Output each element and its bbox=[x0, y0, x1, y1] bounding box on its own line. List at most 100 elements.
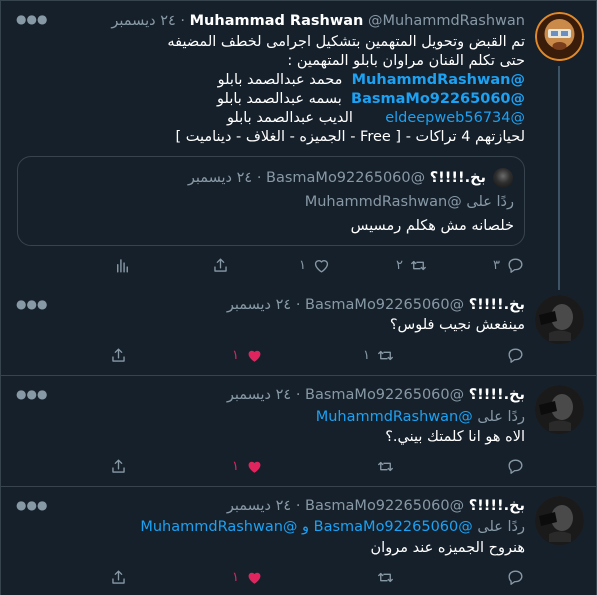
retweet-count: ٢ bbox=[396, 257, 403, 273]
tweet-line: @MuhammdRashwan محمد عبدالصمد بابلو bbox=[68, 71, 525, 90]
mention-link[interactable]: @eldeepweb56734 bbox=[385, 110, 525, 126]
more-icon[interactable]: ●●● bbox=[16, 12, 47, 26]
like-count: ١ bbox=[232, 569, 239, 585]
mention-link[interactable]: @BasmaMo92265060 bbox=[351, 91, 525, 107]
reply-icon bbox=[508, 257, 523, 273]
more-icon[interactable]: ●●● bbox=[16, 297, 47, 311]
avatar-image bbox=[535, 295, 584, 344]
separator-dot: · bbox=[295, 297, 301, 313]
like-count: ١ bbox=[232, 458, 239, 474]
tweet-actions: ١ ١ bbox=[88, 345, 525, 365]
retweet-icon bbox=[378, 572, 393, 582]
tweet-line: لحيازتهم 4 تراكات - [ Free - الجميزه - ا… bbox=[175, 129, 525, 145]
share-button[interactable] bbox=[109, 345, 128, 365]
author-handle[interactable]: @MuhammdRashwan bbox=[368, 13, 525, 29]
heart-icon bbox=[248, 461, 261, 473]
separator-dot: · bbox=[180, 13, 186, 29]
heart-icon bbox=[248, 350, 261, 362]
analytics-icon bbox=[117, 258, 128, 273]
share-icon bbox=[112, 569, 125, 584]
tweet-date[interactable]: ٢٤ ديسمبر bbox=[227, 498, 291, 514]
author-name[interactable]: بخ.!!!!؟ bbox=[469, 387, 525, 403]
tweet-actions: ١ bbox=[88, 456, 525, 476]
tweet-date[interactable]: ٢٤ ديسمبر bbox=[227, 297, 291, 313]
reply-icon bbox=[508, 569, 523, 585]
reply-icon bbox=[508, 347, 523, 363]
quoted-tweet[interactable]: بخ.!!!!؟ @BasmaMo92265060 · ٢٤ ديسمبر رد… bbox=[17, 156, 525, 246]
quote-reply-context: ردًا على @MuhammdRashwan bbox=[304, 194, 514, 210]
tweet-line: @BasmaMo92265060 بسمه عبدالصمد بابلو bbox=[68, 90, 525, 109]
heart-icon bbox=[248, 572, 261, 584]
quote-author-handle: @BasmaMo92265060 bbox=[266, 170, 426, 186]
thread-line bbox=[558, 66, 560, 290]
like-button[interactable]: ١ bbox=[232, 456, 264, 476]
author-name[interactable]: بخ.!!!!؟ bbox=[469, 498, 525, 514]
like-button[interactable]: ١ bbox=[299, 255, 331, 275]
like-button[interactable]: ١ bbox=[232, 567, 264, 587]
mention-link[interactable]: @MuhammdRashwan bbox=[352, 72, 525, 88]
mention-label: محمد عبدالصمد بابلو bbox=[217, 72, 343, 88]
author-name[interactable]: بخ.!!!!؟ bbox=[469, 297, 525, 313]
quote-date: ٢٤ ديسمبر bbox=[187, 170, 253, 186]
main-tweet[interactable]: Muhammad Rashwan @MuhammdRashwan · ٢٤ دي… bbox=[0, 0, 597, 291]
retweet-button[interactable] bbox=[376, 567, 395, 587]
retweet-icon bbox=[411, 260, 426, 270]
reply-tweet[interactable]: بخ.!!!!؟ @BasmaMo92265060 · ٢٤ ديسمبر ●●… bbox=[0, 487, 597, 595]
retweet-button[interactable]: ٢ bbox=[396, 255, 428, 275]
avatar-image bbox=[535, 385, 584, 434]
share-button[interactable] bbox=[211, 255, 230, 275]
avatar[interactable] bbox=[535, 295, 584, 344]
tweet-line: @eldeepweb56734 الديب عبدالصمد بابلو bbox=[68, 109, 525, 128]
heart-icon bbox=[314, 259, 329, 273]
tweet-date[interactable]: ٢٤ ديسمبر bbox=[227, 387, 291, 403]
quote-author-name: بخ.!!!!؟ bbox=[429, 170, 486, 186]
separator-dot: · bbox=[295, 498, 301, 514]
tweet-date[interactable]: ٢٤ ديسمبر bbox=[111, 13, 175, 29]
reply-tweet[interactable]: بخ.!!!!؟ @BasmaMo92265060 · ٢٤ ديسمبر ●●… bbox=[0, 291, 597, 375]
tweet-header: Muhammad Rashwan @MuhammdRashwan · ٢٤ دي… bbox=[111, 11, 525, 31]
avatar[interactable] bbox=[535, 496, 584, 545]
tweet-line: تم القبض وتحويل المتهمين بتشكيل اجرامى ل… bbox=[167, 34, 525, 50]
quote-avatar bbox=[493, 168, 513, 188]
retweet-icon bbox=[378, 350, 393, 360]
avatar[interactable] bbox=[535, 385, 584, 434]
mention-link[interactable]: @BasmaMo92265060 و @MuhammdRashwan bbox=[140, 519, 472, 535]
reply-button[interactable] bbox=[506, 345, 525, 365]
reply-tweet[interactable]: بخ.!!!!؟ @BasmaMo92265060 · ٢٤ ديسمبر ●●… bbox=[0, 376, 597, 486]
retweet-button[interactable]: ١ bbox=[363, 345, 395, 365]
share-icon bbox=[214, 257, 227, 272]
tweet-actions: ٣ ٢ ١ bbox=[88, 255, 525, 275]
mention-link[interactable]: @MuhammdRashwan bbox=[316, 409, 473, 425]
analytics-button[interactable] bbox=[113, 255, 132, 275]
author-name[interactable]: Muhammad Rashwan bbox=[190, 13, 364, 29]
like-button[interactable]: ١ bbox=[232, 345, 264, 365]
tweet-text: الاه هو انا كلمتك بيني.؟ bbox=[385, 429, 525, 445]
separator-dot: · bbox=[256, 170, 262, 186]
tweet-text: تم القبض وتحويل المتهمين بتشكيل اجرامى ل… bbox=[68, 33, 525, 147]
mention-label: بسمه عبدالصمد بابلو bbox=[217, 91, 342, 107]
avatar[interactable] bbox=[535, 12, 584, 61]
author-handle[interactable]: @BasmaMo92265060 bbox=[305, 297, 464, 313]
reply-icon bbox=[508, 458, 523, 474]
share-icon bbox=[112, 458, 125, 473]
tweet-text: مينفعش نجيب فلوس؟ bbox=[389, 317, 525, 333]
reply-button[interactable] bbox=[506, 456, 525, 476]
reply-button[interactable]: ٣ bbox=[493, 255, 525, 275]
retweet-count: ١ bbox=[363, 347, 370, 363]
tweet-header: بخ.!!!!؟ @BasmaMo92265060 · ٢٤ ديسمبر bbox=[227, 295, 525, 315]
share-button[interactable] bbox=[109, 567, 128, 587]
more-icon[interactable]: ●●● bbox=[16, 387, 47, 401]
reply-count: ٣ bbox=[493, 257, 500, 273]
author-handle[interactable]: @BasmaMo92265060 bbox=[305, 498, 464, 514]
share-icon bbox=[112, 347, 125, 362]
share-button[interactable] bbox=[109, 456, 128, 476]
author-handle[interactable]: @BasmaMo92265060 bbox=[305, 387, 464, 403]
quote-text: خلصانه مش هكلم رمسيس bbox=[350, 218, 514, 234]
retweet-button[interactable] bbox=[376, 456, 395, 476]
reply-button[interactable] bbox=[506, 567, 525, 587]
tweet-header: بخ.!!!!؟ @BasmaMo92265060 · ٢٤ ديسمبر bbox=[227, 385, 525, 405]
more-icon[interactable]: ●●● bbox=[16, 498, 47, 512]
reply-prefix: ردًا على bbox=[477, 409, 525, 425]
tweet-line: حتى تكلم الفنان مراوان بابلو المتهمين : bbox=[287, 53, 525, 69]
avatar-image bbox=[535, 12, 584, 61]
